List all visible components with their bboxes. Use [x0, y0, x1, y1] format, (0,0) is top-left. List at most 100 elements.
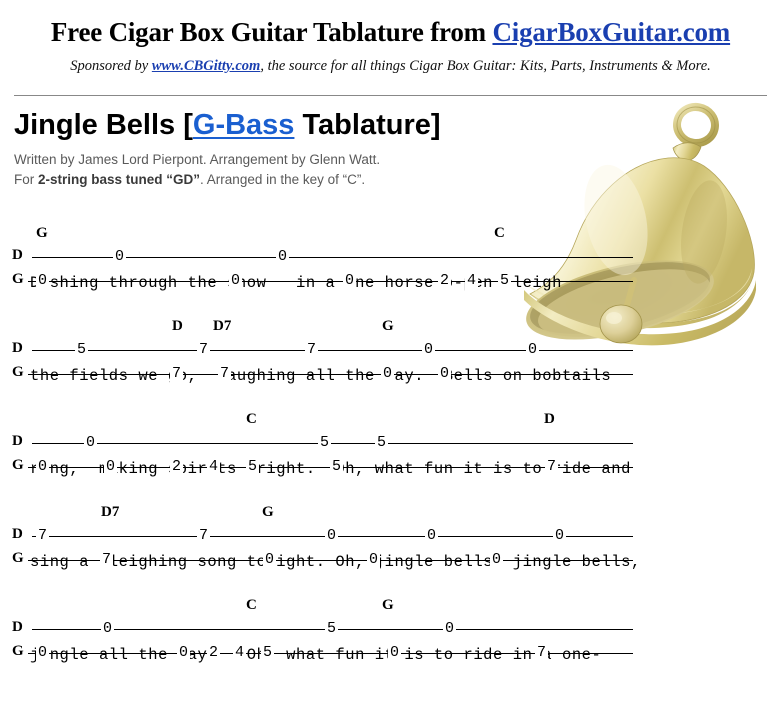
fret-number: 0 [229, 270, 243, 292]
string-line-d [32, 443, 633, 444]
fret-number: 0 [36, 456, 50, 478]
string-label-g: G [12, 364, 24, 380]
sponsor-suffix: , the source for all things Cigar Box Gu… [260, 58, 711, 74]
fret-number: 4 [207, 456, 221, 478]
string-label-g: G [12, 457, 24, 473]
chord-row: D7 G [0, 504, 781, 524]
chord-row: CG [0, 597, 781, 617]
chord-label: D7 [101, 504, 120, 520]
fret-number: 7 [535, 642, 549, 664]
chord-label: D [544, 411, 555, 427]
fret-number: 0 [104, 456, 118, 478]
fret-number: 0 [36, 270, 50, 292]
fret-number: 0 [388, 642, 402, 664]
cigarboxguitar-link[interactable]: CigarBoxGuitar.com [492, 17, 730, 47]
chord-label: D [172, 318, 183, 334]
string-label-g: G [12, 643, 24, 659]
fret-number: 5 [246, 456, 260, 478]
chord-label: D7 [213, 318, 232, 334]
chord-label: C [246, 597, 257, 613]
fret-number: 0 [553, 525, 567, 547]
fret-number: 7 [305, 339, 319, 361]
chord-label: G [36, 225, 48, 241]
chord-row: CD [0, 411, 781, 431]
fret-number: 0 [367, 549, 381, 571]
sponsor-prefix: Sponsored by [70, 58, 152, 74]
site-title: Free Cigar Box Guitar Tablature from Cig… [0, 0, 781, 48]
chord-label: C [246, 411, 257, 427]
chord-label: G [382, 597, 394, 613]
fret-number: 0 [325, 525, 339, 547]
fret-number: 7 [100, 549, 114, 571]
string-label-d: D [12, 433, 23, 449]
g-bass-link[interactable]: G-Bass [193, 109, 295, 141]
tab-staff: D D7 G D 5 7 7 0 0 G 7 7 0 0 the fields we go, laughin… [0, 318, 781, 411]
fret-number: 5 [75, 339, 89, 361]
song-credits: Written by James Lord Pierpont. Arrangem… [14, 150, 574, 188]
fret-number: 2 [207, 642, 221, 664]
string-label-g: G [12, 550, 24, 566]
string-label-d: D [12, 526, 23, 542]
fret-number: 0 [36, 642, 50, 664]
string-label-g: G [12, 271, 24, 287]
fret-number: 0 [276, 246, 290, 268]
fret-number: 0 [381, 363, 395, 385]
tuning-value: 2-string bass tuned “GD” [38, 171, 201, 187]
string-row-d: D 0 5 0 [0, 617, 781, 641]
fret-number: 0 [422, 339, 436, 361]
chord-row: D D7 G [0, 318, 781, 338]
lyrics-line: sing a sleighing song tonight. Oh, jingl… [30, 553, 641, 571]
fret-number: 5 [375, 432, 389, 454]
fret-number: 0 [490, 549, 504, 571]
site-header: Free Cigar Box Guitar Tablature from Cig… [0, 0, 781, 75]
string-label-d: D [12, 619, 23, 635]
tab-staff: C D D 0 5 5 G 0 0 2 4 5 5 7 ring, making spirits brigh… [0, 411, 781, 504]
fret-number: 7 [197, 525, 211, 547]
page-title: Jingle Bells [G-Bass Tablature] [14, 110, 574, 140]
fret-number: 0 [438, 363, 452, 385]
song-title-suffix: Tablature] [294, 109, 441, 141]
string-row-d: D 0 0 [0, 245, 781, 269]
credit-line-2: For 2-string bass tuned “GD”. Arranged i… [14, 170, 574, 189]
fret-number: 0 [526, 339, 540, 361]
tab-staff: G C D 0 0 G 0 0 0 2 4 5 Dashing through the snow in … [0, 225, 781, 318]
fret-number: 5 [498, 270, 512, 292]
string-line-d [32, 350, 633, 351]
fret-number: 4 [465, 270, 479, 292]
chord-label: G [262, 504, 274, 520]
fret-number: 0 [263, 549, 277, 571]
string-row-d: D 0 5 5 [0, 431, 781, 455]
fret-number: 0 [177, 642, 191, 664]
chord-label: C [494, 225, 505, 241]
header-divider [14, 95, 767, 96]
sponsor-line: Sponsored by www.CBGitty.com, the source… [0, 48, 781, 75]
string-label-d: D [12, 247, 23, 263]
string-row-d: D 5 7 7 0 0 [0, 338, 781, 362]
cbgitty-link[interactable]: www.CBGitty.com [152, 58, 261, 74]
lyrics-line: Dashing through the snow in a one horse … [30, 274, 562, 292]
fret-number: 2 [170, 456, 184, 478]
fret-number: 5 [261, 642, 275, 664]
fret-number: 0 [101, 618, 115, 640]
song-header: Jingle Bells [G-Bass Tablature] Written … [14, 110, 574, 189]
tab-staff: C G D 0 5 0 G 0 0 2 4 5 0 7 jingle all the way. Oh, wh… [0, 597, 781, 690]
fret-number: 7 [218, 363, 232, 385]
fret-number: 5 [318, 432, 332, 454]
chord-label: G [382, 318, 394, 334]
tuning-prefix: For [14, 171, 39, 187]
fret-number: 7 [545, 456, 559, 478]
lyrics-line: the fields we go, laughing all the way. … [30, 367, 612, 385]
tab-staff: D7 G D 7 7 0 0 0 G 7 0 0 0 sing a sleighing song toni… [0, 504, 781, 597]
fret-number: 7 [170, 363, 184, 385]
fret-number: 0 [113, 246, 127, 268]
lyrics-line: jingle all the way. Oh, what fun it is t… [30, 646, 602, 664]
tablature: G C D 0 0 G 0 0 0 2 4 5 Dashing through the snow in … [0, 225, 781, 690]
credit-line-1: Written by James Lord Pierpont. Arrangem… [14, 152, 381, 168]
tuning-suffix: . Arranged in the key of “C”. [200, 171, 366, 187]
fret-number: 0 [425, 525, 439, 547]
fret-number: 0 [443, 618, 457, 640]
fret-number: 4 [233, 642, 247, 664]
string-label-d: D [12, 340, 23, 356]
string-row-d: D77000 [0, 524, 781, 548]
site-title-prefix: Free Cigar Box Guitar Tablature from [50, 17, 493, 47]
